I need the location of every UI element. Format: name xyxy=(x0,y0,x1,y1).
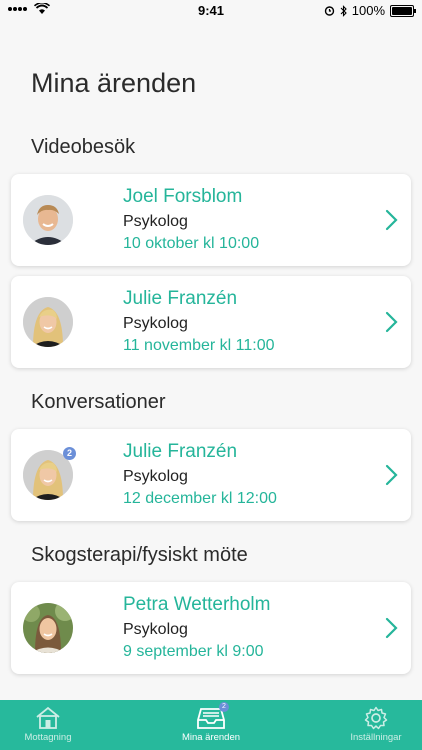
chevron-right-icon xyxy=(385,209,398,231)
card-date: 11 november kl 11:00 xyxy=(123,337,275,354)
tab-badge: 2 xyxy=(219,702,229,712)
card-date: 10 oktober kl 10:00 xyxy=(123,235,260,252)
chevron-right-icon xyxy=(385,464,398,486)
card-date: 12 december kl 12:00 xyxy=(123,490,277,507)
appointment-card[interactable]: Joel Forsblom Psykolog 10 oktober kl 10:… xyxy=(11,174,411,266)
section-title-konversationer: Konversationer xyxy=(31,391,166,413)
appointment-card[interactable]: Petra Wetterholm Psykolog 9 september kl… xyxy=(11,582,411,674)
card-role: Psykolog xyxy=(123,213,188,230)
chevron-right-icon xyxy=(385,617,398,639)
section-title-skogsterapi: Skogsterapi/fysiskt möte xyxy=(31,544,248,566)
card-name: Petra Wetterholm xyxy=(123,594,271,615)
status-bar: 9:41 100% xyxy=(0,0,422,22)
woman-forest-avatar xyxy=(23,603,73,653)
chevron-right-icon xyxy=(385,311,398,333)
tab-mottagning[interactable]: Mottagning xyxy=(0,700,108,750)
tab-label: Mottagning xyxy=(24,732,72,743)
appointment-card[interactable]: Julie Franzén Psykolog 11 november kl 11… xyxy=(11,276,411,368)
card-name: Joel Forsblom xyxy=(123,186,243,207)
tab-bar: Mottagning 2 Mina ärenden Inställningar xyxy=(0,700,422,750)
status-right: 100% xyxy=(324,3,416,18)
battery-icon xyxy=(390,4,416,17)
tab-installningar[interactable]: Inställningar xyxy=(316,700,422,750)
card-name: Julie Franzén xyxy=(123,441,238,462)
section-title-videobesok: Videobesök xyxy=(31,136,136,158)
bluetooth-icon xyxy=(340,4,347,17)
battery-fill xyxy=(392,6,412,15)
gear-icon xyxy=(364,706,388,730)
card-date: 9 september kl 9:00 xyxy=(123,643,264,660)
page-title: Mina ärenden xyxy=(31,68,197,98)
card-role: Psykolog xyxy=(123,468,188,485)
unread-badge: 2 xyxy=(63,447,76,460)
card-role: Psykolog xyxy=(123,621,188,638)
conversation-card[interactable]: 2 Julie Franzén Psykolog 12 december kl … xyxy=(11,429,411,521)
card-role: Psykolog xyxy=(123,315,188,332)
tab-label: Inställningar xyxy=(350,732,402,743)
house-icon xyxy=(36,706,60,729)
tab-label: Mina ärenden xyxy=(181,732,241,743)
card-name: Julie Franzén xyxy=(123,288,238,309)
man-avatar xyxy=(23,195,73,245)
battery-percent: 100% xyxy=(351,3,385,18)
alarm-icon xyxy=(324,6,334,16)
woman-blonde-avatar xyxy=(23,297,73,347)
tab-mina-arenden[interactable]: 2 Mina ärenden xyxy=(151,700,271,750)
